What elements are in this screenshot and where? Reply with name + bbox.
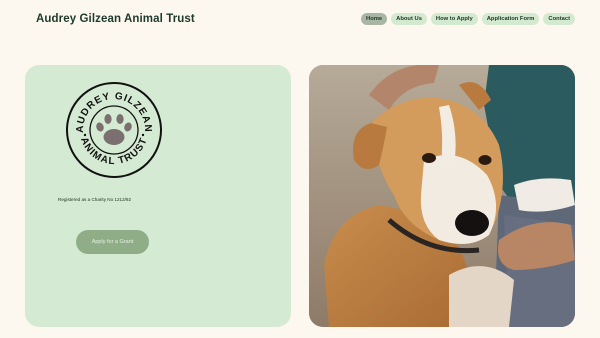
main-nav: Home About Us How to Apply Application F… [361,13,575,25]
nav-item-contact[interactable]: Contact [543,13,575,25]
svg-text:AUDREY GILZEAN: AUDREY GILZEAN [75,91,153,133]
logo-seal: AUDREY GILZEAN ANIMAL TRUST [66,82,162,178]
nav-item-about-us[interactable]: About Us [391,13,427,25]
dog-illustration [309,65,575,327]
paw-icon [96,114,132,145]
logo-top-text: AUDREY GILZEAN [75,91,152,133]
trust-logo: AUDREY GILZEAN ANIMAL TRUST [64,80,164,180]
site-title[interactable]: Audrey Gilzean Animal Trust [36,13,195,25]
charity-number: Registered as a Charity No 1212/92 [58,197,132,202]
dog-photo [309,65,575,327]
hero-card: AUDREY GILZEAN ANIMAL TRUST Registered a… [25,65,291,327]
nav-item-application-form[interactable]: Application Form [481,13,540,25]
apply-for-grant-button[interactable]: Apply for a Grant [76,230,149,254]
nav-item-how-to-apply[interactable]: How to Apply [430,13,478,25]
nav-item-home[interactable]: Home [361,13,388,25]
